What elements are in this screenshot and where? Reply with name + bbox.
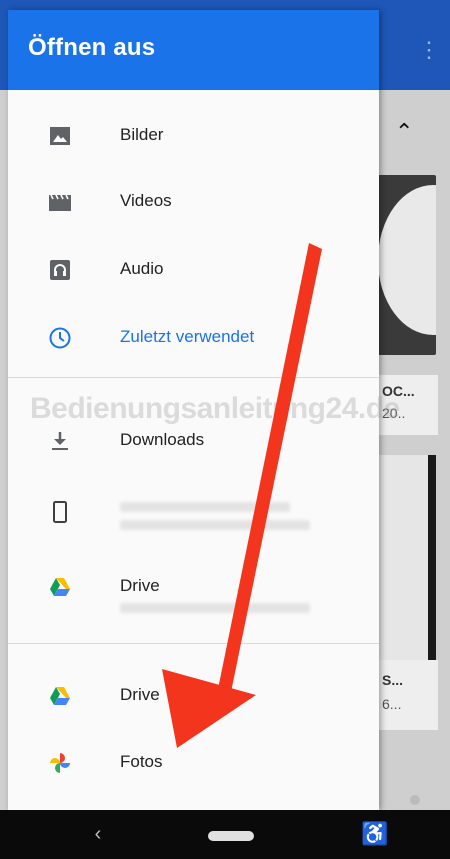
drawer-header: Öffnen aus	[8, 10, 379, 90]
video-icon	[49, 194, 71, 211]
drawer-item-photos[interactable]: Fotos	[8, 735, 379, 791]
phone-icon	[53, 501, 67, 523]
blurred-subtitle	[120, 520, 310, 530]
drawer-divider	[8, 643, 379, 644]
card-subtitle-2: 6...	[382, 696, 402, 712]
drawer-item-label: Videos	[120, 191, 172, 210]
blurred-account	[120, 603, 310, 613]
back-icon[interactable]: ‹	[88, 822, 108, 846]
card-title-2: S...	[382, 672, 404, 688]
watermark: Bedienungsanleitung24.de	[30, 392, 400, 425]
background-thumbnail-2[interactable]	[378, 455, 436, 665]
drawer-item-images[interactable]: Bilder	[8, 108, 379, 164]
download-icon	[52, 432, 68, 450]
drawer-item-audio[interactable]: Audio	[8, 242, 379, 298]
screen: ⋮ ⌃ OC... 20.. S... 6... Öffnen aus Bild…	[0, 0, 450, 859]
clock-icon	[49, 327, 71, 349]
drawer-item-videos[interactable]: Videos	[8, 174, 379, 230]
drawer-item-drive-account[interactable]: Drive	[8, 559, 379, 615]
accessibility-icon[interactable]: ♿	[361, 820, 388, 848]
google-drive-icon	[50, 687, 70, 705]
drawer-item-label: Drive	[120, 685, 160, 704]
system-navigation-bar: ‹ ♿	[0, 810, 450, 859]
drawer-item-device[interactable]	[8, 484, 379, 540]
chevron-up-icon[interactable]: ⌃	[395, 120, 419, 144]
google-photos-icon	[50, 753, 70, 773]
drawer-item-label: Drive	[120, 576, 160, 595]
drawer-title: Öffnen aus	[28, 34, 156, 61]
audio-icon	[50, 260, 70, 280]
drawer-item-label: Bilder	[120, 125, 164, 144]
overflow-menu-icon[interactable]: ⋮	[418, 38, 440, 62]
google-drive-icon	[50, 578, 70, 596]
image-icon	[50, 127, 70, 145]
background-dot	[410, 795, 420, 805]
drawer-item-label: Zuletzt verwendet	[120, 327, 255, 346]
drawer-item-label: Audio	[120, 259, 164, 278]
drawer-item-label: Fotos	[120, 752, 163, 771]
drawer-item-label: Downloads	[120, 430, 205, 449]
background-thumbnail[interactable]	[378, 175, 436, 355]
blurred-title	[120, 502, 290, 512]
thumbnail-bar	[428, 455, 436, 665]
drawer-item-recent[interactable]: Zuletzt verwendet	[8, 310, 379, 366]
drawer-item-drive[interactable]: Drive	[8, 668, 379, 724]
home-pill-icon[interactable]	[208, 831, 254, 841]
background-card-2[interactable]: S... 6...	[378, 660, 438, 730]
drawer-divider	[8, 377, 379, 378]
clock-image	[378, 185, 436, 335]
